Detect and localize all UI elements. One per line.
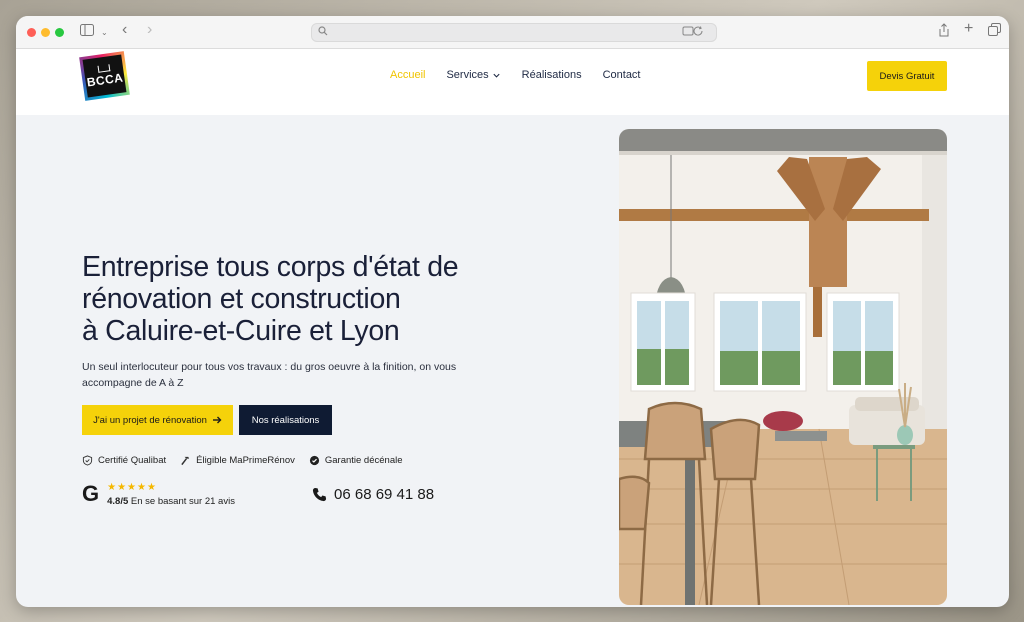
badge-qualibat: Certifié Qualibat bbox=[82, 455, 166, 466]
badge-label: Garantie décénale bbox=[324, 455, 403, 466]
nav-item-services[interactable]: Services bbox=[446, 69, 500, 81]
site-header: BCCA Accueil Services Réalisations Conta… bbox=[16, 49, 1009, 115]
renovation-project-label: J'ai un projet de rénovation bbox=[93, 414, 207, 426]
nav-item-label: Accueil bbox=[390, 69, 426, 81]
nav-item-label: Réalisations bbox=[521, 69, 582, 81]
back-icon[interactable]: ‹ bbox=[122, 21, 127, 39]
nos-realisations-button[interactable]: Nos réalisations bbox=[239, 405, 332, 435]
new-tab-icon[interactable]: + bbox=[964, 20, 973, 38]
hero-title-line: Entreprise tous corps d'état de bbox=[82, 251, 459, 283]
trust-badges: Certifié Qualibat Éligible MaPrimeRénov … bbox=[82, 455, 403, 466]
nav-item-label: Services bbox=[446, 69, 489, 81]
hero-interior-photo bbox=[619, 129, 947, 605]
nav-item-accueil[interactable]: Accueil bbox=[390, 69, 425, 81]
phone-number: 06 68 69 41 88 bbox=[334, 486, 435, 503]
forward-icon[interactable]: › bbox=[147, 21, 152, 39]
sidebar-toggle-icon[interactable] bbox=[80, 23, 94, 41]
hero-subtitle: Un seul interlocuteur pour tous vos trav… bbox=[82, 361, 457, 389]
rating-text: 4.8/5 En se basant sur 21 avis bbox=[107, 496, 235, 507]
browser-window: ⌄ ‹ › + BCCA Accueil Services Réalisatio… bbox=[16, 16, 1009, 607]
check-circle-icon bbox=[309, 455, 319, 466]
main-nav: Accueil Services Réalisations Contact bbox=[390, 69, 641, 81]
chevron-down-icon bbox=[493, 73, 500, 78]
badge-label: Certifié Qualibat bbox=[98, 455, 167, 466]
logo-text: BCCA bbox=[85, 70, 125, 90]
phone-contact[interactable]: 06 68 69 41 88 bbox=[312, 486, 434, 503]
renovation-project-button[interactable]: J'ai un projet de rénovation bbox=[82, 405, 233, 435]
browser-toolbar: ⌄ ‹ › + bbox=[16, 16, 1009, 49]
devis-gratuit-button[interactable]: Devis Gratuit bbox=[867, 61, 947, 91]
shield-icon bbox=[82, 455, 93, 466]
share-icon[interactable] bbox=[938, 23, 950, 42]
hero-title-line: à Caluire-et-Cuire et Lyon bbox=[82, 315, 400, 347]
badge-label: Éligible MaPrimeRénov bbox=[196, 455, 295, 466]
close-window-button[interactable] bbox=[27, 28, 36, 37]
google-rating: G ★★★★★ 4.8/5 En se basant sur 21 avis bbox=[82, 481, 235, 507]
google-icon: G bbox=[82, 481, 100, 506]
badge-garantie: Garantie décénale bbox=[309, 455, 403, 466]
address-bar[interactable] bbox=[311, 23, 717, 42]
nav-item-realisations[interactable]: Réalisations bbox=[522, 69, 582, 81]
nav-item-label: Contact bbox=[602, 69, 641, 81]
hammer-icon bbox=[181, 456, 190, 466]
chevron-down-icon[interactable]: ⌄ bbox=[101, 24, 108, 42]
hero-title-line: rénovation et construction bbox=[82, 283, 401, 315]
badge-maprimerenov: Éligible MaPrimeRénov bbox=[180, 455, 295, 466]
bcca-logo[interactable]: BCCA bbox=[79, 51, 130, 101]
hero-section: Entreprise tous corps d'état de rénovati… bbox=[16, 115, 1009, 607]
rating-stars: ★★★★★ bbox=[107, 481, 157, 493]
phone-icon bbox=[312, 487, 327, 502]
arrow-right-icon bbox=[212, 416, 222, 424]
search-icon bbox=[318, 26, 328, 36]
rating-count: En se basant sur 21 avis bbox=[130, 495, 235, 507]
hero-title: Entreprise tous corps d'état de rénovati… bbox=[82, 251, 542, 347]
minimize-window-button[interactable] bbox=[41, 28, 50, 37]
rating-score: 4.8/5 bbox=[107, 495, 129, 507]
maximize-window-button[interactable] bbox=[55, 28, 64, 37]
translate-reload-icon[interactable] bbox=[682, 25, 710, 37]
tabs-overview-icon[interactable] bbox=[988, 23, 1001, 41]
nav-item-contact[interactable]: Contact bbox=[603, 69, 641, 81]
interior-illustration bbox=[619, 129, 947, 605]
